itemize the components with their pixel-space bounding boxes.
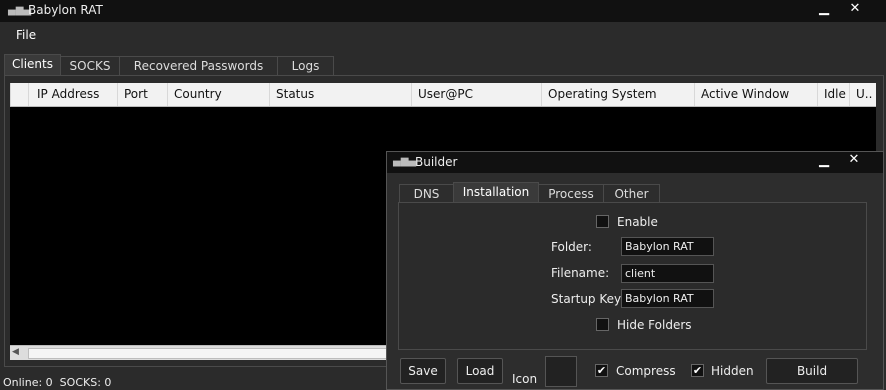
build-button[interactable]: Build xyxy=(766,358,858,384)
column-header-user-pc[interactable]: User@PC xyxy=(411,83,541,106)
column-header-u[interactable]: U.. xyxy=(849,83,876,106)
builder-tab-process[interactable]: Process xyxy=(538,184,604,204)
enable-checkbox[interactable] xyxy=(596,215,609,228)
window-title: Babylon RAT xyxy=(28,3,103,17)
column-header-ip-address[interactable]: IP Address xyxy=(28,83,117,106)
hide-folders-checkbox[interactable] xyxy=(596,318,609,331)
load-button[interactable]: Load xyxy=(457,358,503,384)
builder-minimize-button[interactable]: ▁ xyxy=(813,153,835,169)
enable-label: Enable xyxy=(617,215,658,229)
clients-table-header: IP Address Port Country Status User@PC O… xyxy=(10,83,876,107)
filename-label: Filename: xyxy=(551,266,610,280)
builder-tab-installation[interactable]: Installation xyxy=(453,182,539,204)
status-text: Online: 0 SOCKS: 0 xyxy=(3,376,112,389)
column-header-country[interactable]: Country xyxy=(167,83,269,106)
startup-key-label: Startup Key: xyxy=(551,292,625,306)
builder-tab-dns[interactable]: DNS xyxy=(399,184,454,204)
column-header-operating-system[interactable]: Operating System xyxy=(541,83,694,106)
close-button[interactable]: ✕ xyxy=(844,1,866,17)
builder-close-button[interactable]: ✕ xyxy=(843,152,865,168)
column-header-port[interactable]: Port xyxy=(117,83,167,106)
minimize-button[interactable]: ▁ xyxy=(813,1,835,17)
hidden-checkbox[interactable]: ✔ xyxy=(691,364,704,377)
builder-title-bar xyxy=(387,152,883,173)
icon-label: Icon xyxy=(512,372,538,386)
startup-key-input[interactable]: Babylon RAT xyxy=(621,289,714,308)
scrollbar-thumb[interactable] xyxy=(28,348,390,359)
tab-recovered-passwords[interactable]: Recovered Passwords xyxy=(119,56,278,77)
compress-label: Compress xyxy=(616,364,676,378)
folder-input[interactable]: Babylon RAT xyxy=(621,237,714,256)
builder-title: Builder xyxy=(415,155,458,169)
tab-logs[interactable]: Logs xyxy=(277,56,334,77)
title-bar xyxy=(0,0,886,22)
column-header-idle[interactable]: Idle xyxy=(817,83,849,106)
tab-clients[interactable]: Clients xyxy=(4,54,61,77)
icon-picker[interactable] xyxy=(545,356,577,387)
column-header-status[interactable]: Status xyxy=(269,83,411,106)
scroll-left-arrow-icon[interactable]: ◀ xyxy=(12,347,24,358)
app-icon: ▄▆▄ xyxy=(8,5,32,16)
menu-bar xyxy=(0,24,886,46)
column-header-active-window[interactable]: Active Window xyxy=(694,83,817,106)
builder-tab-other[interactable]: Other xyxy=(603,184,660,204)
filename-input[interactable]: client xyxy=(621,264,714,283)
menu-file[interactable]: File xyxy=(16,28,36,42)
save-button[interactable]: Save xyxy=(400,358,446,384)
hide-folders-label: Hide Folders xyxy=(617,318,692,332)
builder-app-icon: ▄▆▄ xyxy=(393,156,417,167)
tab-socks[interactable]: SOCKS xyxy=(60,56,120,77)
folder-label: Folder: xyxy=(551,240,592,254)
hidden-label: Hidden xyxy=(711,364,754,378)
compress-checkbox[interactable]: ✔ xyxy=(595,364,608,377)
column-header-blank[interactable] xyxy=(10,83,28,106)
